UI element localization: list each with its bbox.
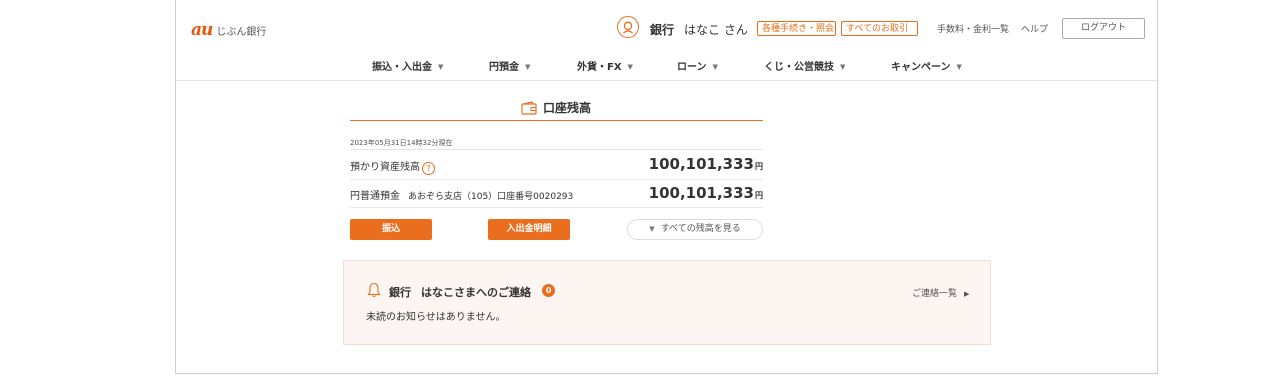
- triangle-down-icon: ▼: [627, 63, 633, 71]
- triangle-down-icon: ▼: [840, 63, 846, 71]
- help-icon[interactable]: ?: [422, 162, 435, 175]
- help-link[interactable]: ヘルプ: [1021, 22, 1048, 35]
- user-name: はなこ さん: [684, 23, 748, 37]
- nav-transfer[interactable]: 振込・入出金 ▼: [372, 58, 443, 73]
- nav-foreign-fx[interactable]: 外貨・FX ▼: [577, 58, 633, 73]
- see-all-balances-button[interactable]: ▼ すべての残高を見る: [627, 219, 763, 240]
- nav-yen-deposit[interactable]: 円預金 ▼: [489, 58, 530, 73]
- total-assets-label: 預かり資産残高: [350, 162, 420, 173]
- notice-title-text: はなこさまへのご連絡: [421, 286, 531, 299]
- nav-loan[interactable]: ローン ▼: [677, 58, 718, 73]
- see-all-label: すべての残高を見る: [660, 224, 741, 234]
- nav-label: くじ・公営競技: [764, 62, 834, 73]
- nav-label: 振込・入出金: [372, 62, 432, 73]
- notice-title: 銀行 はなこさまへのご連絡: [389, 284, 531, 300]
- account-type-label: 円普通預金: [350, 191, 400, 202]
- triangle-down-icon: ▼: [712, 63, 718, 71]
- nav-label: ローン: [677, 62, 707, 73]
- nav-campaign[interactable]: キャンペーン ▼: [891, 58, 962, 73]
- nav-label: 円預金: [489, 62, 519, 73]
- divider: [350, 207, 763, 208]
- account-amount-value: 100,101,333: [648, 184, 754, 202]
- account-amount: 100,101,333円: [649, 184, 763, 202]
- logo-mark: au: [191, 20, 213, 40]
- triangle-down-icon: ▼: [438, 63, 444, 71]
- yen-unit: 円: [755, 191, 763, 200]
- total-amount-value: 100,101,333: [648, 155, 754, 173]
- balance-title-underline: [350, 120, 763, 121]
- user-bank: 銀行: [650, 23, 675, 37]
- all-transactions-button[interactable]: すべてのお取引: [841, 21, 918, 36]
- transfer-button[interactable]: 振込: [350, 219, 432, 240]
- yen-unit: 円: [755, 162, 763, 171]
- fees-rates-link[interactable]: 手数料・金利一覧: [937, 22, 1009, 35]
- balance-title: 口座残高: [521, 99, 591, 116]
- triangle-down-icon: ▼: [525, 63, 531, 71]
- divider: [350, 149, 763, 150]
- total-assets-row: 預かり資産残高?: [350, 158, 435, 175]
- nav-lottery[interactable]: くじ・公営競技 ▼: [764, 58, 845, 73]
- nav-label: キャンペーン: [891, 62, 951, 73]
- notice-list-label: ご連絡一覧: [912, 289, 958, 299]
- user-greeting: 銀行 はなこ さん: [650, 21, 748, 38]
- triangle-down-icon: ▼: [649, 225, 655, 233]
- account-row: 円普通預金 あおぞら支店（105）口座番号0020293: [350, 187, 573, 202]
- notice-list-link[interactable]: ご連絡一覧 ▶: [912, 286, 969, 299]
- logout-button[interactable]: ログアウト: [1062, 18, 1145, 39]
- account-detail: あおぞら支店（105）口座番号0020293: [408, 192, 574, 202]
- header-divider: [176, 80, 1157, 81]
- logo-text: じぶん銀行: [216, 27, 267, 38]
- notice-panel: [343, 260, 991, 345]
- wallet-icon: [521, 100, 537, 115]
- triangle-down-icon: ▼: [956, 63, 962, 71]
- bell-icon: [367, 282, 381, 298]
- total-assets-amount: 100,101,333円: [649, 155, 763, 173]
- notice-message: 未読のお知らせはありません。: [366, 312, 506, 323]
- procedures-button[interactable]: 各種手続き・照会: [757, 21, 836, 36]
- notice-count-badge: 0: [542, 284, 555, 297]
- notice-bank: 銀行: [389, 286, 411, 299]
- statement-button[interactable]: 入出金明細: [488, 219, 570, 240]
- user-avatar-icon: [617, 16, 639, 38]
- balance-as-of: 2023年05月31日14時32分現在: [350, 139, 453, 147]
- nav-label: 外貨・FX: [577, 62, 622, 73]
- au-jibun-bank-logo[interactable]: au じぶん銀行: [191, 20, 266, 40]
- divider: [350, 179, 763, 180]
- balance-title-text: 口座残高: [543, 101, 592, 115]
- triangle-right-icon: ▶: [964, 290, 970, 298]
